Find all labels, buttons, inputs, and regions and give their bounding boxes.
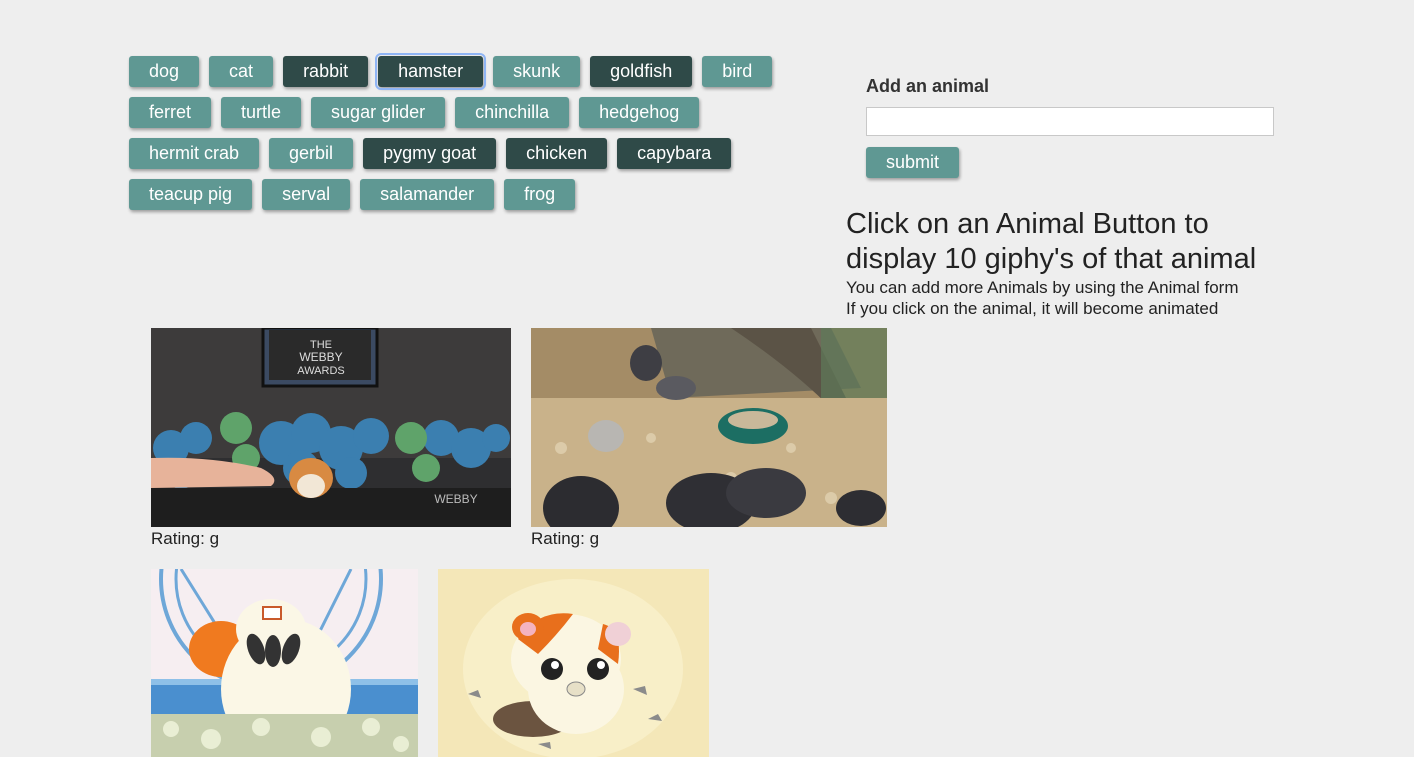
instructions: Click on an Animal Button to display 10 … <box>846 207 1306 319</box>
add-animal-label: Add an animal <box>866 76 990 96</box>
animal-button-frog[interactable]: frog <box>504 179 576 210</box>
animal-button-chinchilla[interactable]: chinchilla <box>455 97 570 128</box>
animal-gif-2[interactable] <box>531 328 887 527</box>
animal-button-chicken[interactable]: chicken <box>506 138 608 169</box>
animal-button-gerbil[interactable]: gerbil <box>269 138 354 169</box>
animal-button-serval[interactable]: serval <box>262 179 351 210</box>
animal-button-row: teacup pig serval salamander frog <box>129 179 789 210</box>
animal-button-hedgehog[interactable]: hedgehog <box>579 97 700 128</box>
animal-button-salamander[interactable]: salamander <box>360 179 495 210</box>
add-animal-input[interactable] <box>866 107 1274 136</box>
animal-button-ferret[interactable]: ferret <box>129 97 212 128</box>
animal-button-sugar-glider[interactable]: sugar glider <box>311 97 446 128</box>
animal-gif-1[interactable]: THE WEBBY AWARDS WEBBY <box>151 328 511 527</box>
animal-gif-3[interactable] <box>151 569 418 757</box>
animal-button-turtle[interactable]: turtle <box>221 97 302 128</box>
animal-button-row: hermit crab gerbil pygmy goat chicken capyba… <box>129 138 789 169</box>
animal-button-hermit-crab[interactable]: hermit crab <box>129 138 260 169</box>
animal-button-cat[interactable]: cat <box>209 56 274 87</box>
hamster-image-4 <box>438 569 709 757</box>
animal-button-goldfish[interactable]: goldfish <box>590 56 693 87</box>
animal-button-hamster[interactable]: hamster <box>375 53 487 90</box>
animal-button-capybara[interactable]: capybara <box>617 138 732 169</box>
animal-button-rabbit[interactable]: rabbit <box>283 56 369 87</box>
gif-1-rating: Rating: g <box>151 529 220 548</box>
add-animal-form: Add an animal submit <box>866 76 1276 178</box>
animal-button-pygmy-goat[interactable]: pygmy goat <box>363 138 497 169</box>
animal-button-list: dog cat rabbit hamster skunk goldfish bird ferr… <box>129 53 789 220</box>
animal-gif-4[interactable] <box>438 569 709 757</box>
animal-button-teacup-pig[interactable]: teacup pig <box>129 179 253 210</box>
instructions-heading: Click on an Animal Button to display 10 … <box>846 208 1257 275</box>
animal-button-skunk[interactable]: skunk <box>493 56 581 87</box>
instructions-line-1: You can add more Animals by using the An… <box>846 278 1239 297</box>
animal-button-dog[interactable]: dog <box>129 56 200 87</box>
hamster-image-1: THE WEBBY AWARDS WEBBY <box>151 328 511 527</box>
hamster-image-2 <box>531 328 887 527</box>
submit-button[interactable]: submit <box>866 147 959 178</box>
svg-text:AWARDS: AWARDS <box>297 365 344 377</box>
hamster-image-3 <box>151 569 418 757</box>
svg-text:WEBBY: WEBBY <box>434 492 477 506</box>
animal-button-row: dog cat rabbit hamster skunk goldfish bird <box>129 53 789 90</box>
svg-text:WEBBY: WEBBY <box>299 350 342 364</box>
animal-button-row: ferret turtle sugar glider chinchilla hedgeh… <box>129 97 789 128</box>
instructions-line-2: If you click on the animal, it will beco… <box>846 299 1219 318</box>
animal-button-bird[interactable]: bird <box>702 56 773 87</box>
gif-2-rating: Rating: g <box>531 529 600 548</box>
